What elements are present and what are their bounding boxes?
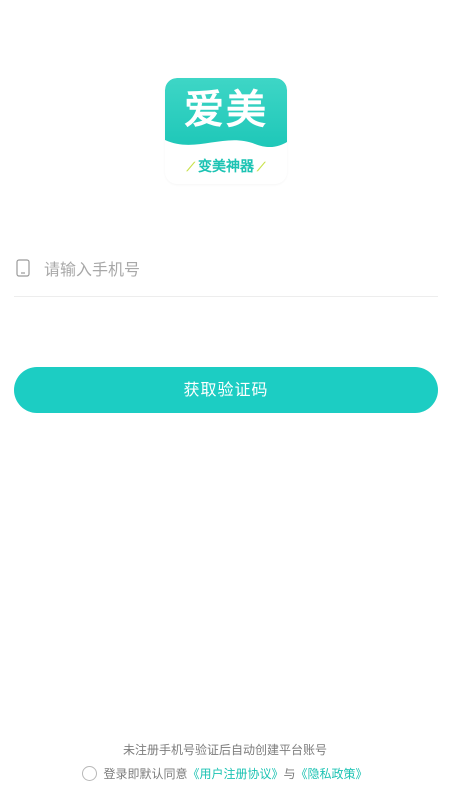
phone-icon: [16, 259, 30, 277]
logo-subtitle-row: ⟋ 变美神器 ⟋: [165, 158, 287, 176]
logo-right-stroke: ⟋: [257, 160, 266, 174]
privacy-policy-link[interactable]: 《隐私政策》: [296, 767, 368, 781]
phone-field: [14, 250, 438, 297]
user-agreement-link[interactable]: 《用户注册协议》: [187, 767, 283, 781]
logo-wave-shape: [165, 140, 287, 158]
logo-subtitle: 变美神器: [198, 159, 254, 175]
agree-radio-icon[interactable]: [82, 766, 98, 781]
logo-left-stroke: ⟋: [186, 160, 195, 174]
phone-input[interactable]: [42, 253, 426, 285]
register-note: 未注册手机号验证后自动创建平台账号: [122, 743, 327, 757]
agree-conjunction: 与: [283, 767, 296, 781]
agree-prefix: 登录即默认同意: [103, 767, 188, 781]
app-logo: 爱美 ⟋ 变美神器 ⟋: [165, 78, 287, 184]
agreement-row: 登录即默认同意《用户注册协议》与《隐私政策》: [0, 765, 450, 785]
login-page: 爱美 ⟋变美神器⟋ 获取验证码 未注册手机号验证后自动创建平台账号 登录即默认同…: [0, 0, 450, 800]
logo-title: 爱美: [184, 87, 268, 133]
get-code-button[interactable]: 获取验证码: [14, 367, 438, 413]
